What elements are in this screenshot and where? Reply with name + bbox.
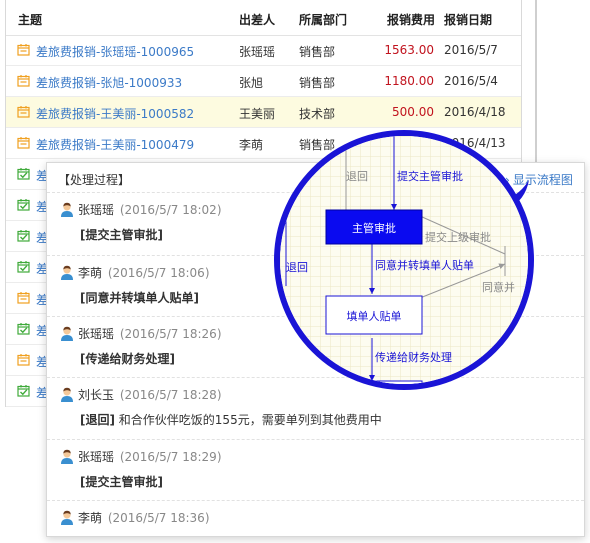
- entry-action: [提交主管审批]: [80, 226, 163, 243]
- flow-label-submit-superior: 提交上级审批: [425, 230, 491, 244]
- user-avatar-icon: [59, 264, 75, 280]
- flowchart-magnifier[interactable]: 主管审批 填单人贴单 财 退回 提交主管审批 提交上级审批 退回 同意并转填单人…: [274, 130, 534, 390]
- flow-node-finance-label: 财: [379, 383, 390, 384]
- row-person: 李萌: [239, 138, 264, 152]
- header-person[interactable]: 出差人: [239, 11, 275, 28]
- entry-action-label: [提交主管审批]: [80, 228, 163, 242]
- table-row[interactable]: 差旅费报销-王美丽-1000582 王美丽 技术部 500.00 2016/4/18: [6, 97, 521, 128]
- entry-user-name: 刘长玉: [78, 388, 115, 402]
- row-person: 王美丽: [239, 107, 276, 121]
- row-subject-link[interactable]: 差旅费报销-王美丽-1000479: [36, 136, 194, 153]
- row-subject-link[interactable]: 差旅费报销-王美丽-1000582: [36, 105, 194, 122]
- calendar-check-icon: [17, 260, 30, 273]
- entry-action: [传递给财务处理]: [80, 350, 175, 367]
- row-dept: 销售部: [299, 76, 336, 90]
- row-amount: 500.00: [392, 105, 434, 119]
- user-avatar-icon: [59, 201, 75, 217]
- flow-node-filler[interactable]: 填单人贴单: [325, 295, 423, 335]
- header-subject[interactable]: 主题: [18, 11, 42, 28]
- user-avatar-icon: [59, 509, 75, 525]
- calendar-pending-icon: [17, 105, 30, 118]
- table-row[interactable]: 差旅费报销-张瑶瑶-1000965 张瑶瑶 销售部 1563.00 2016/5/7: [6, 35, 521, 66]
- calendar-check-icon: [17, 167, 30, 180]
- table-row[interactable]: 差旅费报销-张旭-1000933 张旭 销售部 1180.00 2016/5/4: [6, 66, 521, 97]
- row-subject-link[interactable]: 差旅费报销-张瑶瑶-1000965: [36, 43, 194, 60]
- process-entry: 刘长玉 (2016/5/7 18:28) [退回] 和合作伙伴吃饭的155元，需要…: [47, 377, 584, 440]
- row-person: 张瑶瑶: [239, 45, 276, 59]
- calendar-check-icon: [17, 229, 30, 242]
- row-subject-link[interactable]: 差旅费报销-张旭-1000933: [36, 74, 182, 91]
- entry-header: 刘长玉 (2016/5/7 18:28): [59, 386, 222, 403]
- flow-label-back-top: 退回: [346, 170, 368, 183]
- calendar-pending-icon: [17, 353, 30, 366]
- calendar-pending-icon: [17, 43, 30, 56]
- row-date: 2016/5/7: [444, 43, 498, 57]
- entry-header: 张瑶瑶 (2016/5/7 18:02): [59, 201, 222, 218]
- entry-timestamp: (2016/5/7 18:06): [107, 266, 210, 280]
- entry-user-name: 张瑶瑶: [78, 203, 115, 217]
- calendar-check-icon: [17, 198, 30, 211]
- row-amount: 1180.00: [384, 74, 434, 88]
- user-avatar-icon: [59, 325, 75, 341]
- header-dept[interactable]: 所属部门: [299, 11, 347, 28]
- popup-title: 【处理过程】: [58, 173, 131, 187]
- flow-label-submit-manager: 提交主管审批: [397, 169, 463, 183]
- row-amount: 1563.00: [384, 43, 434, 57]
- entry-action-label: [退回]: [80, 413, 115, 427]
- entry-timestamp: (2016/5/7 18:02): [119, 203, 222, 217]
- entry-timestamp: (2016/5/7 18:36): [107, 511, 210, 525]
- flow-node-manager-label: 主管审批: [352, 221, 396, 235]
- entry-action: [同意并转填单人贴单]: [80, 289, 199, 306]
- entry-action-label: [传递给财务处理]: [80, 352, 175, 366]
- process-entry: 张瑶瑶 (2016/5/7 18:29) [提交主管审批]: [47, 439, 584, 501]
- flow-node-finance[interactable]: 财: [345, 380, 423, 384]
- entry-user-name: 张瑶瑶: [78, 327, 115, 341]
- calendar-check-icon: [17, 322, 30, 335]
- calendar-pending-icon: [17, 74, 30, 87]
- table-header: 主题 出差人 所属部门 报销费用 报销日期: [6, 0, 521, 36]
- process-entry: 李萌 (2016/5/7 18:36): [47, 500, 584, 537]
- flow-node-manager[interactable]: 主管审批: [325, 209, 423, 245]
- row-person: 张旭: [239, 76, 264, 90]
- flow-label-back-left: 退回: [286, 261, 308, 274]
- entry-action: [提交主管审批]: [80, 473, 163, 490]
- header-date[interactable]: 报销日期: [444, 11, 492, 28]
- entry-timestamp: (2016/5/7 18:29): [119, 450, 222, 464]
- row-dept: 技术部: [299, 107, 336, 121]
- entry-header: 李萌 (2016/5/7 18:06): [59, 264, 210, 281]
- entry-user-name: 李萌: [78, 266, 103, 280]
- calendar-check-icon: [17, 384, 30, 397]
- entry-header: 张瑶瑶 (2016/5/7 18:29): [59, 448, 222, 465]
- entry-header: 张瑶瑶 (2016/5/7 18:26): [59, 325, 222, 342]
- entry-action: [退回] 和合作伙伴吃饭的155元，需要单列到其他费用中: [80, 411, 382, 428]
- calendar-pending-icon: [17, 136, 30, 149]
- entry-user-name: 张瑶瑶: [78, 450, 115, 464]
- flow-label-pass-finance: 传递给财务处理: [375, 350, 452, 364]
- row-date: 2016/4/18: [444, 105, 506, 119]
- entry-action-label: [提交主管审批]: [80, 475, 163, 489]
- user-avatar-icon: [59, 448, 75, 464]
- flow-label-agree-right: 同意并: [482, 280, 515, 294]
- entry-action-label: [同意并转填单人贴单]: [80, 291, 199, 305]
- flow-node-filler-label: 填单人贴单: [347, 309, 402, 323]
- user-avatar-icon: [59, 386, 75, 402]
- header-amount[interactable]: 报销费用: [387, 11, 435, 28]
- row-date: 2016/5/4: [444, 74, 498, 88]
- entry-note: 和合作伙伴吃饭的155元，需要单列到其他费用中: [114, 413, 382, 427]
- entry-header: 李萌 (2016/5/7 18:36): [59, 509, 210, 526]
- row-dept: 销售部: [299, 45, 336, 59]
- entry-timestamp: (2016/5/7 18:26): [119, 327, 222, 341]
- calendar-pending-icon: [17, 291, 30, 304]
- entry-timestamp: (2016/5/7 18:28): [119, 388, 222, 402]
- flow-label-agree-transfer: 同意并转填单人贴单: [375, 258, 474, 272]
- entry-user-name: 李萌: [78, 511, 103, 525]
